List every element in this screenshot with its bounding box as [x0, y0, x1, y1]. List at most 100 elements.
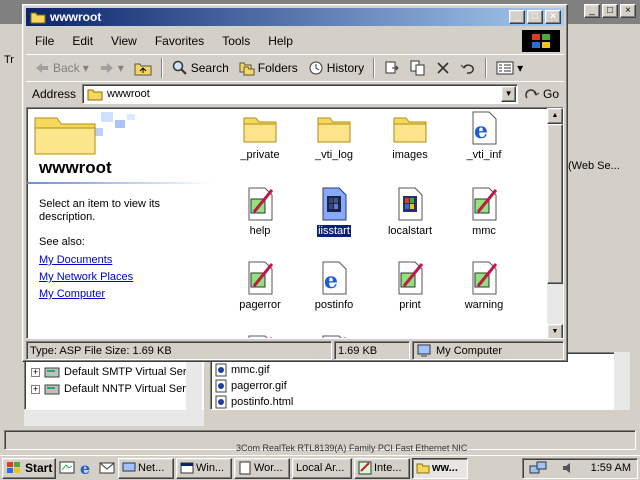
- background-tree-hscrollbar[interactable]: [24, 410, 204, 426]
- expand-icon[interactable]: +: [31, 384, 40, 394]
- dropdown-arrow-icon[interactable]: ▾: [83, 61, 89, 75]
- dropdown-arrow-icon[interactable]: ▾: [517, 61, 523, 75]
- file-item-localstart[interactable]: localstart: [375, 186, 445, 237]
- tree-item-smtp[interactable]: + Default SMTP Virtual Serv: [31, 365, 192, 379]
- link-my-documents[interactable]: My Documents: [39, 254, 112, 266]
- undo-button[interactable]: [456, 59, 480, 77]
- file-label: print: [399, 299, 421, 311]
- file-item-vtilog[interactable]: _vti_log: [299, 110, 369, 161]
- copy-to-button[interactable]: [406, 58, 430, 78]
- link-my-computer[interactable]: My Computer: [39, 288, 105, 300]
- file-item-print[interactable]: print: [375, 260, 445, 311]
- menu-file[interactable]: File: [26, 32, 63, 50]
- item-description: Select an item to view its description.: [39, 198, 161, 223]
- list-item-label: postinfo.html: [231, 396, 294, 408]
- file-item-private[interactable]: _private: [225, 110, 295, 161]
- file-item-partial[interactable]: [225, 334, 295, 338]
- list-item[interactable]: pagerror.gif: [215, 379, 287, 393]
- folder-icon: [416, 463, 430, 474]
- go-button[interactable]: Go: [524, 87, 559, 101]
- folder-icon: [30, 12, 46, 24]
- folders-button[interactable]: Folders: [235, 58, 302, 78]
- task-wwwroot[interactable]: ww...: [412, 457, 468, 479]
- menu-view[interactable]: View: [102, 32, 146, 50]
- file-item-help[interactable]: help: [225, 186, 295, 237]
- expand-icon[interactable]: +: [31, 367, 40, 377]
- up-button[interactable]: [130, 58, 156, 78]
- scroll-thumb[interactable]: [547, 124, 563, 284]
- back-button[interactable]: Back ▾: [30, 59, 93, 77]
- close-button[interactable]: ×: [545, 10, 561, 24]
- search-button[interactable]: Search: [168, 58, 233, 78]
- history-icon: [309, 61, 323, 74]
- html-file-icon: [215, 395, 227, 409]
- forward-button[interactable]: ▾: [95, 59, 128, 77]
- dropdown-arrow-icon[interactable]: ▾: [118, 61, 124, 75]
- background-caption-buttons: _ □ ×: [584, 4, 636, 18]
- status-size: 1.69 KB: [334, 341, 410, 360]
- tree-item-nntp[interactable]: + Default NNTP Virtual Serv: [31, 382, 191, 396]
- caption-buttons: _ □ ×: [509, 10, 561, 24]
- start-button[interactable]: Start: [2, 457, 56, 479]
- server-icon: [44, 367, 60, 378]
- quicklaunch-outlook[interactable]: [98, 459, 116, 477]
- quicklaunch-desktop[interactable]: [58, 459, 76, 477]
- list-item[interactable]: postinfo.html: [215, 395, 293, 409]
- see-also-label: See also:: [39, 236, 85, 248]
- scroll-down-button[interactable]: ▼: [547, 324, 563, 338]
- link-my-network-places[interactable]: My Network Places: [39, 271, 133, 283]
- file-item-postinfo[interactable]: e postinfo: [299, 260, 369, 311]
- file-item-images[interactable]: images: [375, 110, 445, 161]
- delete-button[interactable]: [432, 59, 454, 77]
- task-win[interactable]: Win...: [176, 457, 232, 479]
- address-dropdown-button[interactable]: ▼: [501, 85, 517, 102]
- go-arrow-icon: [525, 88, 540, 98]
- bg-close-button[interactable]: ×: [620, 4, 636, 18]
- menu-help[interactable]: Help: [259, 32, 302, 50]
- background-list-scrollbar[interactable]: [614, 352, 630, 410]
- back-label: Back: [53, 60, 80, 75]
- file-item-pagerror[interactable]: pagerror: [225, 260, 295, 311]
- folders-label: Folders: [257, 60, 298, 75]
- undo-icon: [460, 63, 475, 74]
- file-item-warning[interactable]: warning: [449, 260, 519, 311]
- maximize-button[interactable]: □: [527, 10, 543, 24]
- gif-image-icon: [316, 334, 352, 338]
- menu-bar: File Edit View Favorites Tools Help: [26, 29, 564, 53]
- content-scrollbar[interactable]: ▲ ▼: [547, 108, 563, 338]
- bg-minimize-button[interactable]: _: [584, 4, 600, 18]
- list-item-label: mmc.gif: [231, 364, 270, 376]
- task-net[interactable]: Net...: [118, 457, 174, 479]
- views-button[interactable]: ▾: [492, 59, 527, 77]
- status-bar: Type: ASP File Size: 1.69 KB 1.69 KB My …: [26, 341, 564, 361]
- address-value: wwwroot: [107, 87, 150, 100]
- task-inte[interactable]: Inte...: [354, 457, 410, 479]
- bg-maximize-button[interactable]: □: [602, 4, 618, 18]
- go-label: Go: [543, 86, 560, 101]
- menu-favorites[interactable]: Favorites: [146, 32, 213, 50]
- task-local-area[interactable]: Local Ar...: [292, 457, 352, 479]
- network-tray-icon[interactable]: [529, 460, 547, 476]
- clock[interactable]: 1:59 AM: [591, 462, 631, 474]
- menu-edit[interactable]: Edit: [63, 32, 102, 50]
- file-label: _private: [240, 149, 280, 161]
- list-item[interactable]: mmc.gif: [215, 363, 270, 377]
- scroll-up-button[interactable]: ▲: [547, 108, 563, 124]
- file-item-partial[interactable]: [299, 334, 369, 338]
- quicklaunch-ie[interactable]: e: [78, 459, 96, 477]
- windows-logo: [522, 30, 560, 52]
- move-to-button[interactable]: [380, 58, 404, 78]
- file-item-iisstart[interactable]: iisstart: [299, 186, 369, 238]
- task-wor[interactable]: Wor...: [234, 457, 290, 479]
- file-item-vtiinf[interactable]: e _vti_inf: [449, 110, 519, 161]
- menu-tools[interactable]: Tools: [213, 32, 259, 50]
- toolbar-separator: [373, 57, 376, 78]
- title-bar[interactable]: wwwroot _ □ ×: [26, 8, 564, 26]
- outlook-express-icon: [99, 462, 115, 474]
- volume-icon[interactable]: [561, 460, 577, 476]
- status-zone-label: My Computer: [436, 344, 503, 357]
- minimize-button[interactable]: _: [509, 10, 525, 24]
- file-item-mmc[interactable]: mmc: [449, 186, 519, 237]
- address-input[interactable]: wwwroot ▼: [82, 83, 519, 104]
- history-button[interactable]: History: [304, 58, 368, 78]
